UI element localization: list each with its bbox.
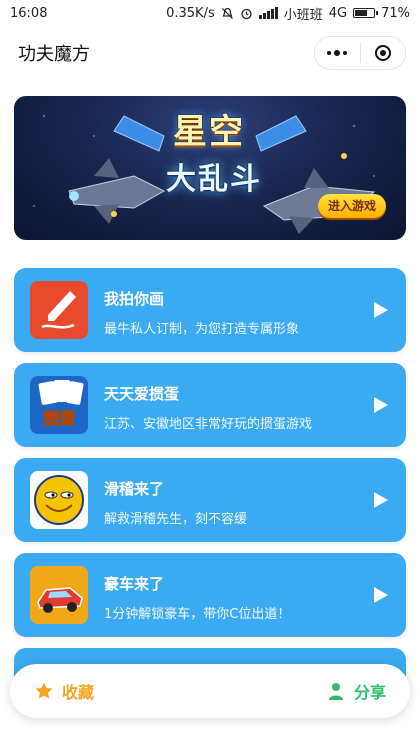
capsule-menu: [314, 36, 406, 70]
enter-game-button[interactable]: 进入游戏: [317, 194, 386, 218]
battery-percent: 71%: [381, 5, 410, 21]
status-bar: 16:08 0.35K/s 小班班 4G 71%: [0, 0, 420, 26]
share-button[interactable]: 分享: [326, 679, 386, 703]
play-arrow-icon: [374, 397, 388, 413]
person-icon: [328, 683, 343, 700]
nav-bar: 功夫魔方: [0, 26, 420, 80]
status-time: 16:08: [10, 5, 48, 21]
close-miniprogram-button[interactable]: [361, 37, 406, 69]
network-speed: 0.35K/s: [166, 5, 215, 21]
page-title: 功夫魔方: [18, 44, 90, 65]
list-item[interactable]: 掼蛋 天天爱掼蛋 江苏、安徽地区非常好玩的掼蛋游戏: [14, 363, 406, 447]
favorite-label: 收藏: [62, 683, 95, 702]
play-arrow-icon: [374, 587, 388, 603]
star-icon: [35, 682, 53, 699]
banner-subtitle: 大乱斗: [166, 162, 262, 197]
card-title: 我拍你画: [104, 290, 165, 308]
share-label: 分享: [353, 683, 386, 702]
play-arrow-icon: [374, 302, 388, 318]
svg-text:掼蛋: 掼蛋: [43, 409, 75, 428]
card-title: 滑稽来了: [104, 480, 165, 498]
network-type: 4G: [328, 5, 348, 21]
card-desc: 1分钟解锁豪车，带你C位出道！: [104, 607, 291, 622]
battery-icon: [353, 8, 379, 18]
play-arrow-icon: [374, 492, 388, 508]
alarm-clock-icon: [241, 8, 252, 19]
card-title: 天天爱掼蛋: [104, 385, 180, 403]
list-item[interactable]: 我拍你画 最牛私人订制，为您打造专属形象: [14, 268, 406, 352]
game-banner[interactable]: 星空 大乱斗 进入游戏: [14, 96, 406, 240]
race-car-icon: [30, 566, 88, 624]
target-close-icon: [374, 45, 391, 61]
mute-bell-icon: [221, 7, 233, 19]
status-indicators: 0.35K/s 小班班 4G 71%: [166, 4, 410, 23]
card-game-icon: 掼蛋: [30, 376, 88, 434]
card-desc: 最牛私人订制，为您打造专属形象: [104, 322, 300, 337]
card-desc: 解救滑稽先生，刻不容缓: [104, 512, 248, 527]
more-dots-icon: [327, 50, 348, 56]
list-item[interactable]: 豪车来了 1分钟解锁豪车，带你C位出道！: [14, 553, 406, 637]
more-button[interactable]: [315, 37, 360, 69]
bottom-action-bar: 收藏 分享: [10, 664, 410, 718]
signal-bars-icon: [258, 7, 278, 19]
card-desc: 江苏、安徽地区非常好玩的掼蛋游戏: [104, 417, 313, 432]
favorite-button[interactable]: 收藏: [34, 679, 94, 703]
carrier-name: 小班班: [283, 7, 323, 23]
brush-icon: [30, 281, 88, 339]
banner-title: 星空: [173, 112, 245, 152]
smiley-face-icon: [30, 471, 88, 529]
card-title: 豪车来了: [104, 575, 165, 593]
list-item[interactable]: 滑稽来了 解救滑稽先生，刻不容缓: [14, 458, 406, 542]
